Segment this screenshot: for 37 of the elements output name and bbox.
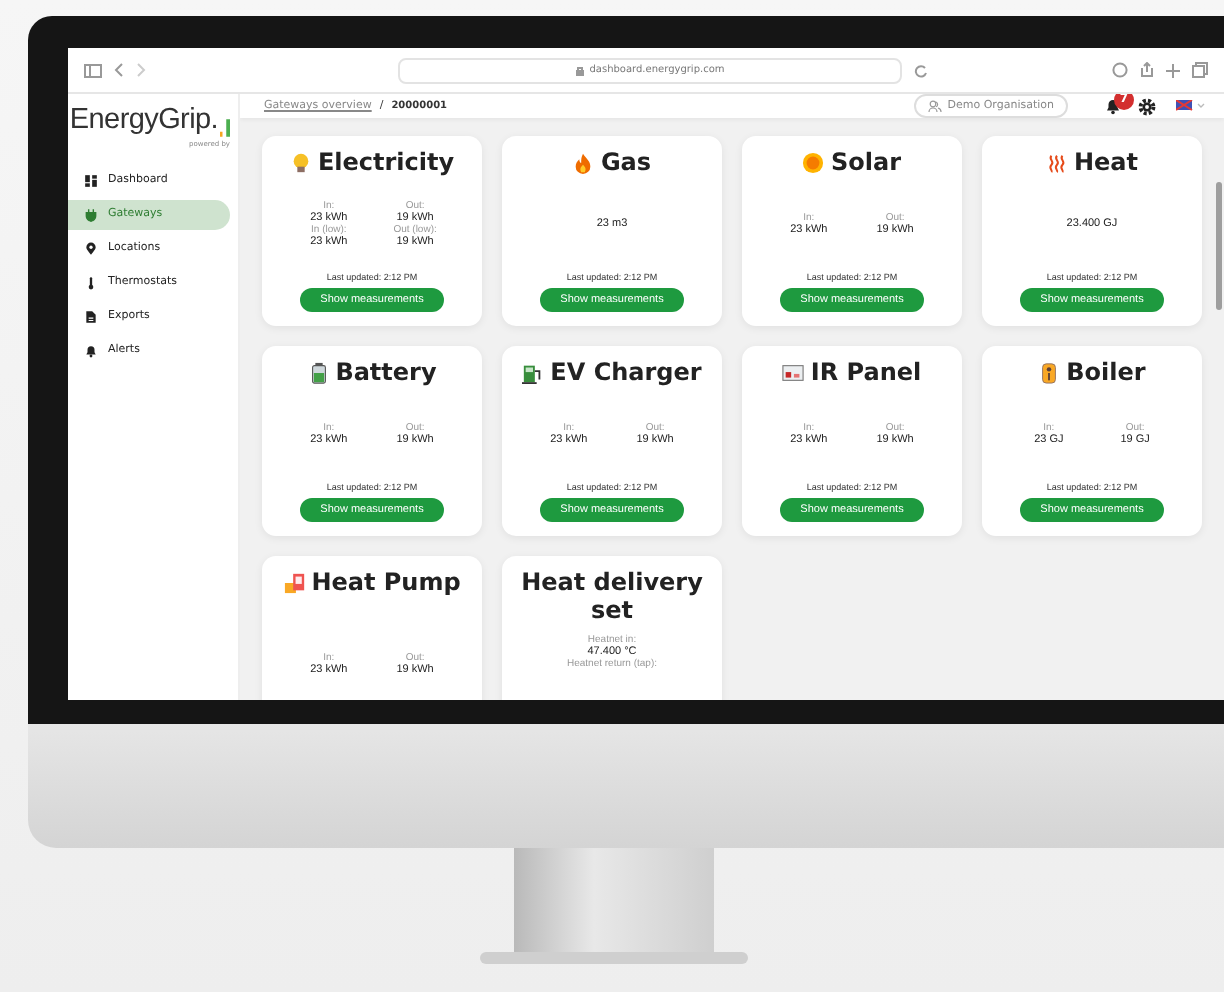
heat-waves-icon xyxy=(1045,152,1068,175)
bell-icon xyxy=(84,343,98,358)
bar-chart-logo-icon xyxy=(220,117,230,138)
plug-icon xyxy=(84,207,98,222)
people-icon xyxy=(927,100,942,112)
document-icon xyxy=(84,309,98,324)
dashboard-grid-icon xyxy=(84,173,98,188)
sidebar-toggle-icon[interactable] xyxy=(84,63,102,77)
location-pin-icon xyxy=(84,241,98,256)
sun-icon xyxy=(802,152,825,175)
card-title: Solar xyxy=(830,150,901,178)
brand-name: EnergyGrip. xyxy=(69,106,218,138)
new-tab-icon[interactable] xyxy=(1166,63,1180,77)
heat-pump-icon xyxy=(283,572,306,595)
card-title: Heat delivery set xyxy=(519,570,705,626)
boiler-icon xyxy=(1038,362,1061,385)
card-title: Gas xyxy=(600,150,652,178)
card-title: Electricity xyxy=(317,150,455,178)
scrollbar[interactable] xyxy=(1216,182,1222,310)
card-title: Heat xyxy=(1073,150,1138,178)
battery-icon xyxy=(307,362,330,385)
flame-icon xyxy=(572,152,595,175)
thermometer-icon xyxy=(84,275,98,290)
card-title: IR Panel xyxy=(810,360,922,388)
settings-icon[interactable] xyxy=(1138,97,1156,115)
card-title: EV Charger xyxy=(550,360,702,388)
flag-dropdown-icon[interactable] xyxy=(1176,100,1208,112)
share-icon[interactable] xyxy=(1140,62,1154,78)
card-title: Boiler xyxy=(1066,360,1146,388)
lock-icon xyxy=(575,65,584,75)
card-title: Battery xyxy=(335,360,437,388)
heating-panel-icon xyxy=(782,362,805,385)
tabs-overview-icon[interactable] xyxy=(1192,62,1208,78)
reload-icon[interactable] xyxy=(914,63,928,77)
charging-station-icon xyxy=(522,362,545,385)
card-title: Heat Pump xyxy=(311,570,461,598)
light-bulb-icon xyxy=(289,152,312,175)
